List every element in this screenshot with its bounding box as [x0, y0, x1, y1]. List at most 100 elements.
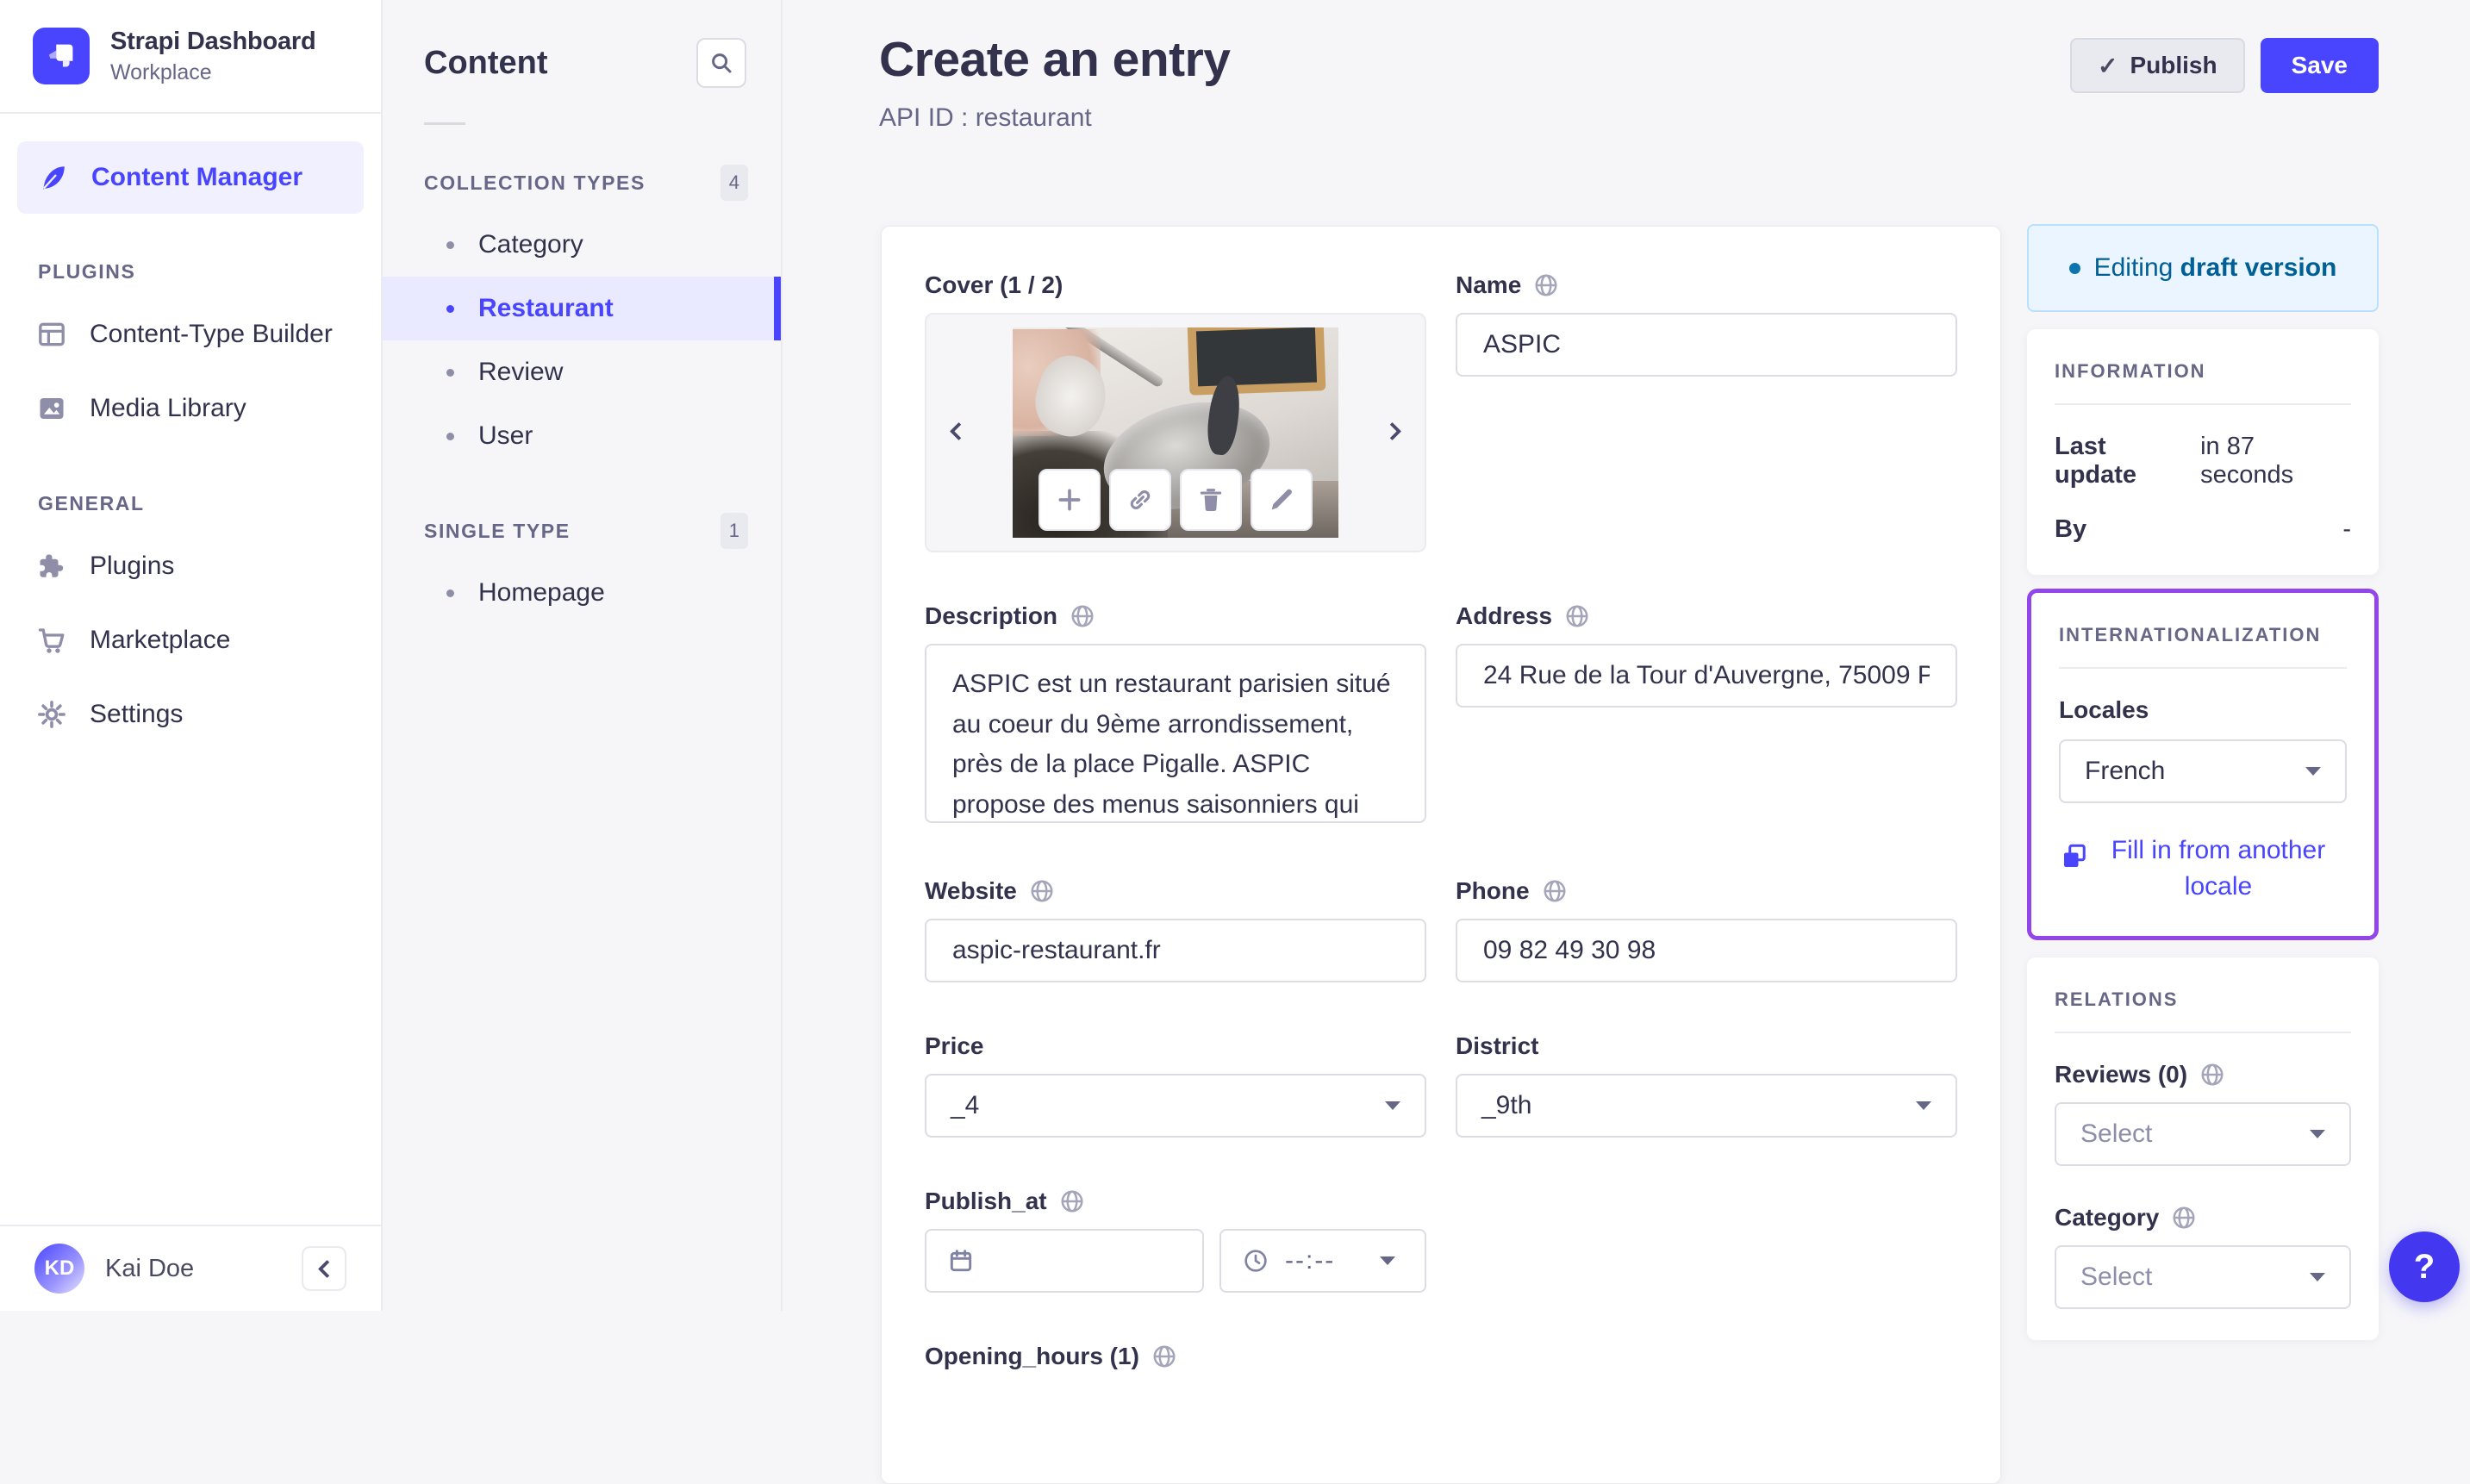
primary-sidebar: Strapi Dashboard Workplace Content Manag…	[0, 0, 383, 1311]
subnav-item-user[interactable]: User	[383, 404, 781, 468]
card-title: RELATIONS	[2055, 988, 2179, 1010]
divider	[424, 122, 465, 125]
globe-icon	[1059, 1188, 1085, 1214]
field-label: District	[1456, 1032, 1539, 1059]
subnav-item-review[interactable]: Review	[383, 340, 781, 404]
sidebar-item-media-library[interactable]: Media Library	[0, 371, 381, 446]
field-label: Description	[925, 602, 1058, 629]
workspace-switcher[interactable]: Strapi Dashboard Workplace	[0, 0, 381, 114]
field-label: Cover (1 / 2)	[925, 271, 1063, 298]
time-picker[interactable]	[1219, 1229, 1426, 1293]
field-label: Category	[2055, 1204, 2160, 1231]
avatar[interactable]: KD	[34, 1244, 84, 1294]
sidebar-item-content-type-builder[interactable]: Content-Type Builder	[0, 297, 381, 371]
globe-icon	[1151, 1344, 1177, 1369]
draft-version-banner: Editing draft version	[2027, 224, 2379, 312]
caret-down-icon	[1916, 1101, 1931, 1110]
field-label: Name	[1456, 271, 1522, 298]
carousel-prev-button[interactable]	[947, 421, 969, 441]
address-input[interactable]	[1456, 644, 1957, 708]
district-select[interactable]: _9th	[1456, 1074, 1957, 1138]
divider	[2059, 667, 2347, 669]
card-title: INFORMATION	[2055, 360, 2206, 382]
search-icon	[708, 50, 734, 76]
subnav-item-restaurant[interactable]: Restaurant	[383, 277, 781, 340]
price-select[interactable]: _4	[925, 1074, 1426, 1138]
sidebar-item-label: Settings	[90, 700, 184, 728]
copy-link-button[interactable]	[1109, 469, 1171, 531]
gear-icon	[36, 699, 67, 730]
save-button[interactable]: Save	[2260, 38, 2379, 93]
website-input[interactable]	[925, 919, 1426, 982]
sidebar-item-marketplace[interactable]: Marketplace	[0, 603, 381, 677]
field-district: District _9th	[1456, 1032, 1957, 1138]
locales-label: Locales	[2059, 696, 2149, 723]
help-button[interactable]: ?	[2389, 1231, 2460, 1302]
subnav-item-homepage[interactable]: Homepage	[383, 561, 781, 625]
search-button[interactable]	[696, 38, 746, 88]
time-input[interactable]	[1285, 1246, 1364, 1275]
subnav-item-label: User	[478, 421, 533, 450]
subnav-item-category[interactable]: Category	[383, 213, 781, 277]
field-opening-hours: Opening_hours (1)	[925, 1343, 1426, 1384]
globe-icon	[1564, 603, 1590, 629]
globe-icon	[1542, 878, 1568, 904]
sidebar-item-label: Content Manager	[91, 163, 303, 191]
subnav-item-label: Restaurant	[478, 294, 614, 322]
bullet-icon	[446, 432, 454, 440]
select-placeholder: Select	[2080, 1119, 2153, 1148]
chevron-left-icon	[317, 1259, 336, 1278]
date-input[interactable]	[990, 1246, 1182, 1275]
sidebar-item-settings[interactable]: Settings	[0, 677, 381, 751]
field-label: Address	[1456, 602, 1553, 629]
entry-form-card: Cover (1 / 2) Name ASPIC Description ASP…	[881, 226, 2001, 1484]
add-asset-button[interactable]	[1039, 469, 1101, 531]
copy-icon	[2059, 832, 2090, 872]
count-badge: 4	[720, 165, 748, 201]
carousel-next-button[interactable]	[1382, 421, 1404, 441]
status-dot-icon	[2068, 262, 2080, 274]
description-textarea[interactable]: ASPIC est un restaurant parisien situé a…	[925, 644, 1426, 823]
delete-asset-button[interactable]	[1180, 469, 1242, 531]
banner-text: Editing draft version	[2093, 253, 2337, 282]
clock-icon	[1242, 1247, 1269, 1275]
locale-select[interactable]: French	[2059, 739, 2347, 803]
api-id-subtitle: API ID : restaurant	[879, 103, 1092, 132]
field-address: Address	[1456, 602, 1957, 708]
field-label: Phone	[1456, 877, 1530, 904]
fill-from-locale-link[interactable]: Fill in from another locale	[2059, 832, 2347, 905]
layout-grid-icon	[36, 319, 67, 350]
trash-icon	[1196, 485, 1226, 514]
field-label: Website	[925, 877, 1017, 904]
page-title: Create an entry	[879, 32, 1231, 87]
sidebar-item-label: Content-Type Builder	[90, 320, 333, 348]
globe-icon	[2199, 1062, 2225, 1088]
sidebar-section-general: GENERAL	[38, 492, 145, 514]
select-placeholder: Select	[2080, 1263, 2153, 1291]
field-label: Publish_at	[925, 1188, 1047, 1214]
date-picker[interactable]	[925, 1229, 1204, 1293]
caret-down-icon	[1385, 1101, 1400, 1110]
cover-actions	[1039, 469, 1313, 531]
caret-down-icon	[1380, 1256, 1395, 1265]
field-phone: Phone	[1456, 877, 1957, 982]
field-website: Website	[925, 877, 1426, 982]
sidebar-item-content-manager[interactable]: Content Manager	[17, 141, 364, 214]
publish-button[interactable]: ✓ Publish	[2070, 38, 2245, 93]
chevron-right-icon	[1382, 421, 1402, 441]
select-value: _4	[951, 1091, 980, 1119]
collapse-sidebar-button[interactable]	[302, 1246, 346, 1291]
name-input[interactable]	[1456, 313, 1957, 377]
reviews-select[interactable]: Select	[2055, 1102, 2351, 1166]
feather-icon	[38, 162, 69, 193]
caret-down-icon	[2305, 767, 2321, 776]
cover-carousel	[925, 313, 1426, 552]
phone-input[interactable]	[1456, 919, 1957, 982]
category-select[interactable]: Select	[2055, 1245, 2351, 1309]
select-value: _9th	[1481, 1091, 1532, 1119]
group-label-collection-types: COLLECTION TYPES	[424, 171, 646, 194]
field-publish-at: Publish_at	[925, 1188, 1426, 1293]
edit-asset-button[interactable]	[1251, 469, 1313, 531]
last-update-value: in 87 seconds	[2200, 433, 2294, 489]
sidebar-item-plugins[interactable]: Plugins	[0, 529, 381, 603]
